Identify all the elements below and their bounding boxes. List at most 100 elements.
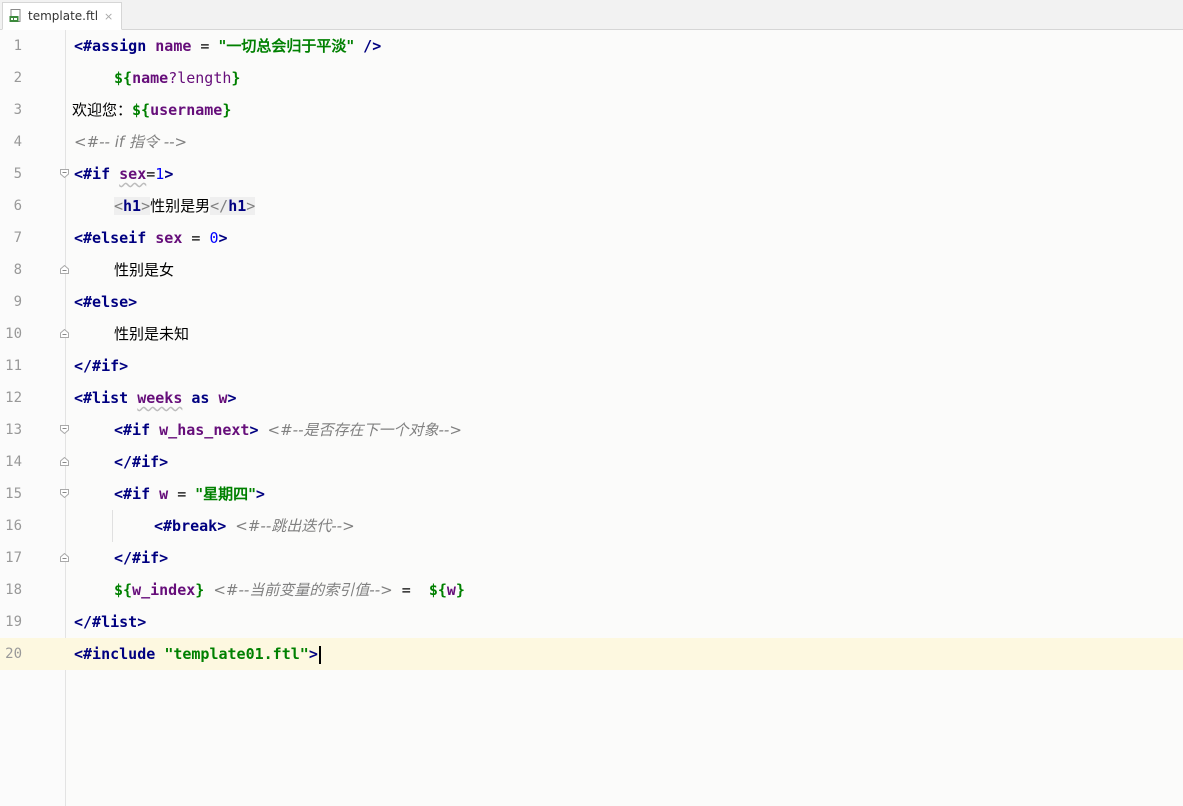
builtin-token: ?length (168, 69, 232, 87)
html-tag-name: h1 (228, 197, 247, 215)
line-number: 1 (13, 38, 22, 54)
operator-token: = (146, 165, 156, 183)
directive-close-token: > (227, 389, 237, 407)
line-number: 13 (5, 422, 22, 438)
html-tag-bracket: < (114, 197, 124, 215)
fold-end-icon[interactable] (60, 457, 69, 466)
string-token: "一切总会归于平淡" (218, 37, 355, 55)
text-token: 性别是女 (114, 261, 175, 279)
line-number: 7 (13, 230, 22, 246)
comment-token: <#-- if 指令 --> (74, 133, 188, 151)
directive-token: <#assign (74, 37, 147, 55)
directive-token: <#if (114, 421, 151, 439)
code-line-17[interactable]: </#if> (114, 542, 168, 574)
code-line-2[interactable]: ${name?length} (114, 62, 240, 94)
code-line-18[interactable]: ${w_index} <#--当前变量的索引值--> = ${w} (114, 574, 465, 606)
directive-token: <#break> (154, 517, 227, 535)
number-token: 1 (155, 165, 165, 183)
variable-token: sex (119, 165, 147, 183)
line-number: 14 (5, 454, 22, 470)
operator-token: = (168, 485, 196, 503)
string-token: "template01.ftl" (164, 645, 309, 663)
code-line-4[interactable]: <#-- if 指令 --> (74, 126, 187, 158)
line-number: 9 (13, 294, 22, 310)
code-editor[interactable]: 1 2 3 4 5 6 7 8 9 10 11 12 13 14 15 16 1… (0, 30, 1183, 806)
variable-token: name (155, 37, 192, 55)
fold-end-icon[interactable] (60, 265, 69, 274)
line-number: 5 (13, 166, 22, 182)
interpolation-close: } (222, 101, 232, 119)
code-line-6[interactable]: <h1>性别是男</h1> (114, 190, 256, 222)
variable-token: name (132, 69, 169, 87)
text-token: 欢迎您： (72, 101, 133, 119)
directive-close-token: > (255, 485, 265, 503)
fold-end-icon[interactable] (60, 329, 69, 338)
line-number: 8 (13, 262, 22, 278)
close-tab-icon[interactable]: × (104, 10, 113, 23)
code-line-14[interactable]: </#if> (114, 446, 168, 478)
code-line-10[interactable]: 性别是未知 (114, 318, 189, 350)
interpolation-open: ${ (114, 69, 133, 87)
html-tag-bracket: > (246, 197, 256, 215)
line-number: 12 (5, 390, 22, 406)
variable-token: username (150, 101, 223, 119)
line-number: 10 (5, 326, 22, 342)
directive-token: <#if (114, 485, 151, 503)
directive-close-token: > (249, 421, 259, 439)
comment-token: <#--当前变量的索引值--> (213, 581, 393, 599)
line-number: 6 (13, 198, 22, 214)
line-number: 20 (5, 646, 22, 662)
code-line-7[interactable]: <#elseif sex = 0> (74, 222, 228, 254)
code-line-12[interactable]: <#list weeks as w> (74, 382, 237, 414)
directive-token: </#if> (114, 549, 169, 567)
text-token: 性别是男 (150, 197, 211, 215)
line-number: 15 (5, 486, 22, 502)
code-line-13[interactable]: <#if w_has_next> <#--是否存在下一个对象--> (114, 414, 462, 446)
number-token: 0 (209, 229, 219, 247)
operator-token: = (182, 229, 210, 247)
fold-end-icon[interactable] (60, 553, 69, 562)
line-number: 17 (5, 550, 22, 566)
line-number: 4 (13, 134, 22, 150)
comment-token: <#--是否存在下一个对象--> (267, 421, 462, 439)
code-line-3[interactable]: 欢迎您：${username} (72, 94, 231, 126)
code-line-9[interactable]: <#else> (74, 286, 137, 318)
operator-token: = (191, 37, 219, 55)
line-number: 11 (5, 358, 22, 374)
code-line-11[interactable]: </#if> (74, 350, 128, 382)
text-caret (318, 645, 321, 664)
ftl-file-icon (9, 9, 23, 23)
fold-open-icon[interactable] (60, 489, 69, 498)
code-line-8[interactable]: 性别是女 (114, 254, 174, 286)
code-line-1[interactable]: <#assign name = "一切总会归于平淡" /> (74, 30, 381, 62)
line-number: 2 (13, 70, 22, 86)
directive-token: <#include (74, 645, 156, 663)
code-line-20[interactable]: <#include "template01.ftl"> (74, 638, 321, 670)
tab-label: template.ftl (28, 9, 99, 23)
variable-token: w (218, 389, 228, 407)
editor-tab-bar: template.ftl × (0, 0, 1183, 30)
variable-token: sex (155, 229, 183, 247)
line-number: 16 (5, 518, 22, 534)
code-line-5[interactable]: <#if sex=1> (74, 158, 173, 190)
fold-open-icon[interactable] (60, 169, 69, 178)
code-line-16[interactable]: <#break> <#--跳出迭代--> (154, 510, 355, 542)
variable-token: w (446, 581, 456, 599)
tab-template-ftl[interactable]: template.ftl × (2, 2, 123, 30)
html-tag-bracket: > (141, 197, 151, 215)
directive-close-token: > (308, 645, 318, 663)
code-line-19[interactable]: </#list> (74, 606, 146, 638)
html-tag-name: h1 (123, 197, 142, 215)
line-number: 3 (13, 102, 22, 118)
line-number: 19 (5, 614, 22, 630)
directive-token: </#if> (74, 357, 129, 375)
interpolation-close: } (195, 581, 205, 599)
indent-guide (112, 510, 113, 542)
code-line-15[interactable]: <#if w = "星期四"> (114, 478, 265, 510)
text-token: = (392, 581, 429, 599)
variable-token: w_index (132, 581, 196, 599)
variable-token: weeks (137, 389, 183, 407)
directive-token: </#if> (114, 453, 169, 471)
fold-open-icon[interactable] (60, 425, 69, 434)
interpolation-close: } (455, 581, 465, 599)
